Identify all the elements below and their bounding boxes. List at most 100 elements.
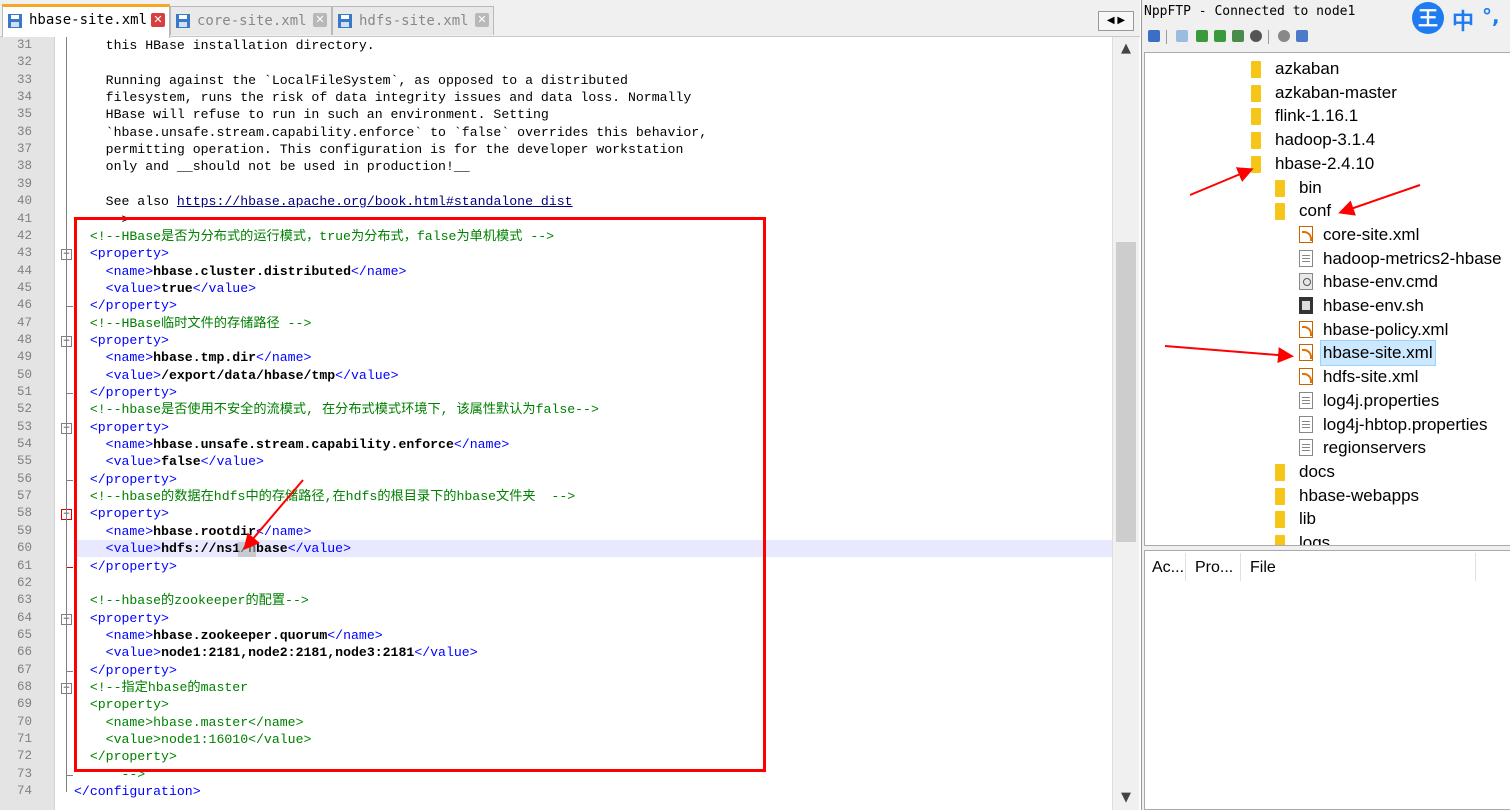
code-token: `hbase.unsafe.stream.capability.enforce`… [74, 125, 708, 140]
line-number: 52 [16, 402, 32, 416]
line-number: 72 [16, 749, 32, 763]
queue-header-action[interactable]: Ac... [1152, 559, 1184, 577]
tree-node-label: hdfs-site.xml [1323, 367, 1419, 387]
tab-hdfs-site[interactable]: hdfs-site.xml ✕ [332, 6, 494, 35]
folder-icon [1251, 155, 1261, 173]
code-link[interactable]: https://hbase.apache.org/book.html#stand… [177, 194, 573, 209]
xml-file-icon [1299, 320, 1313, 338]
code-line[interactable]: HBase will refuse to run in such an envi… [74, 106, 1112, 123]
save-disk-icon [338, 14, 352, 28]
close-tab-icon[interactable]: ✕ [151, 13, 165, 27]
scrollbar-thumb[interactable] [1116, 242, 1136, 542]
line-number: 45 [16, 281, 32, 295]
line-number: 64 [16, 611, 32, 625]
ime-mode: 中 [1452, 10, 1475, 35]
folder-icon [1275, 511, 1285, 529]
code-token: Running against the `LocalFileSystem`, a… [74, 73, 628, 88]
refresh-icon[interactable] [1232, 30, 1244, 42]
code-token: HBase will refuse to run in such an envi… [74, 107, 549, 122]
tab-label: core-site.xml [197, 13, 307, 29]
line-number: 69 [16, 697, 32, 711]
line-number: 67 [16, 663, 32, 677]
scroll-down-icon[interactable]: ▼ [1113, 789, 1139, 806]
line-number: 70 [16, 715, 32, 729]
folder-icon [1251, 84, 1261, 102]
line-number: 43 [16, 246, 32, 260]
tree-node-label: log4j.properties [1323, 390, 1440, 410]
tree-node-label: conf [1299, 201, 1332, 221]
code-line[interactable]: filesystem, runs the risk of data integr… [74, 89, 1112, 106]
tree-node-label: hbase-2.4.10 [1275, 153, 1375, 173]
queue-header-file[interactable]: File [1250, 559, 1276, 577]
folder-icon [1275, 463, 1285, 481]
line-number: 56 [16, 472, 32, 486]
settings-gear-icon[interactable] [1278, 30, 1290, 42]
tab-hbase-site[interactable]: hbase-site.xml ✕ [2, 4, 170, 38]
close-tab-icon[interactable]: ✕ [313, 13, 327, 27]
code-line[interactable]: See also https://hbase.apache.org/book.h… [74, 193, 1112, 210]
line-number: 68 [16, 680, 32, 694]
line-number: 46 [16, 298, 32, 312]
line-number: 32 [16, 55, 32, 69]
fold-margin[interactable]: −−−−−− [54, 37, 75, 810]
fold-end [66, 775, 73, 776]
code-line[interactable] [74, 54, 1112, 71]
folder-icon [1275, 487, 1285, 505]
ime-punct: °, [1482, 4, 1500, 28]
vertical-scrollbar[interactable]: ▲ ▼ [1112, 37, 1139, 810]
folder-icon[interactable] [1176, 30, 1188, 42]
code-line[interactable]: `hbase.unsafe.stream.capability.enforce`… [74, 124, 1112, 141]
line-number: 35 [16, 107, 32, 121]
code-line[interactable]: only and __should not be used in product… [74, 158, 1112, 175]
download-icon[interactable] [1196, 30, 1208, 42]
tree-node-label: hbase-webapps [1299, 485, 1420, 505]
tree-node-label: azkaban [1275, 59, 1340, 78]
line-number: 48 [16, 333, 32, 347]
tree-node-label: core-site.xml [1323, 224, 1420, 244]
fold-line [66, 37, 67, 792]
tab-core-site[interactable]: core-site.xml ✕ [170, 6, 332, 35]
nppftp-panel: NppFTP - Connected to node1 王 中 °, azkab… [1141, 0, 1510, 810]
close-tab-icon[interactable]: ✕ [475, 13, 489, 27]
transfer-queue: Ac... Pro... File [1144, 550, 1510, 810]
line-number: 51 [16, 385, 32, 399]
line-number: 38 [16, 159, 32, 173]
save-disk-icon [8, 14, 22, 28]
code-line[interactable]: this HBase installation directory. [74, 37, 1112, 54]
line-number: 73 [16, 767, 32, 781]
code-token: filesystem, runs the risk of data integr… [74, 90, 692, 105]
notepadpp-editor: hbase-site.xml ✕ core-site.xml ✕ hdfs-si… [0, 0, 1140, 810]
fold-end [66, 306, 73, 307]
folder-icon [1275, 203, 1285, 221]
fold-end [66, 671, 73, 672]
code-line[interactable]: </configuration> [74, 783, 1112, 800]
line-number: 54 [16, 437, 32, 451]
tab-scroll-arrows[interactable]: ◀ ▶ [1098, 11, 1134, 31]
scroll-up-icon[interactable]: ▲ [1113, 40, 1139, 57]
tree-node-label: log4j-hbtop.properties [1323, 414, 1488, 434]
tree-node-label: lib [1299, 509, 1317, 529]
line-number: 36 [16, 125, 32, 139]
ime-indicator[interactable]: 王 中 °, [1412, 0, 1510, 40]
connect-icon[interactable] [1148, 30, 1160, 42]
code-line[interactable]: permitting operation. This configuration… [74, 141, 1112, 158]
queue-header-progress[interactable]: Pro... [1195, 559, 1233, 577]
text-file-icon [1299, 415, 1313, 433]
annotation-red-box [74, 217, 766, 772]
line-number: 63 [16, 593, 32, 607]
remote-file-tree[interactable]: azkaban azkaban-master flink-1.16.1 hadoop-… [1144, 52, 1510, 546]
line-number: 57 [16, 489, 32, 503]
ime-badge-icon: 王 [1412, 2, 1444, 34]
window-icon[interactable] [1296, 30, 1308, 42]
line-number: 74 [16, 784, 32, 798]
abort-icon[interactable] [1250, 30, 1262, 42]
upload-icon[interactable] [1214, 30, 1226, 42]
tree-node-label: hbase-env.sh [1323, 296, 1424, 315]
code-line[interactable]: Running against the `LocalFileSystem`, a… [74, 72, 1112, 89]
line-number: 44 [16, 264, 32, 278]
line-number: 66 [16, 645, 32, 659]
cmd-file-icon [1299, 273, 1313, 291]
code-line[interactable] [74, 176, 1112, 193]
line-number: 41 [16, 212, 32, 226]
line-number: 60 [16, 541, 32, 555]
